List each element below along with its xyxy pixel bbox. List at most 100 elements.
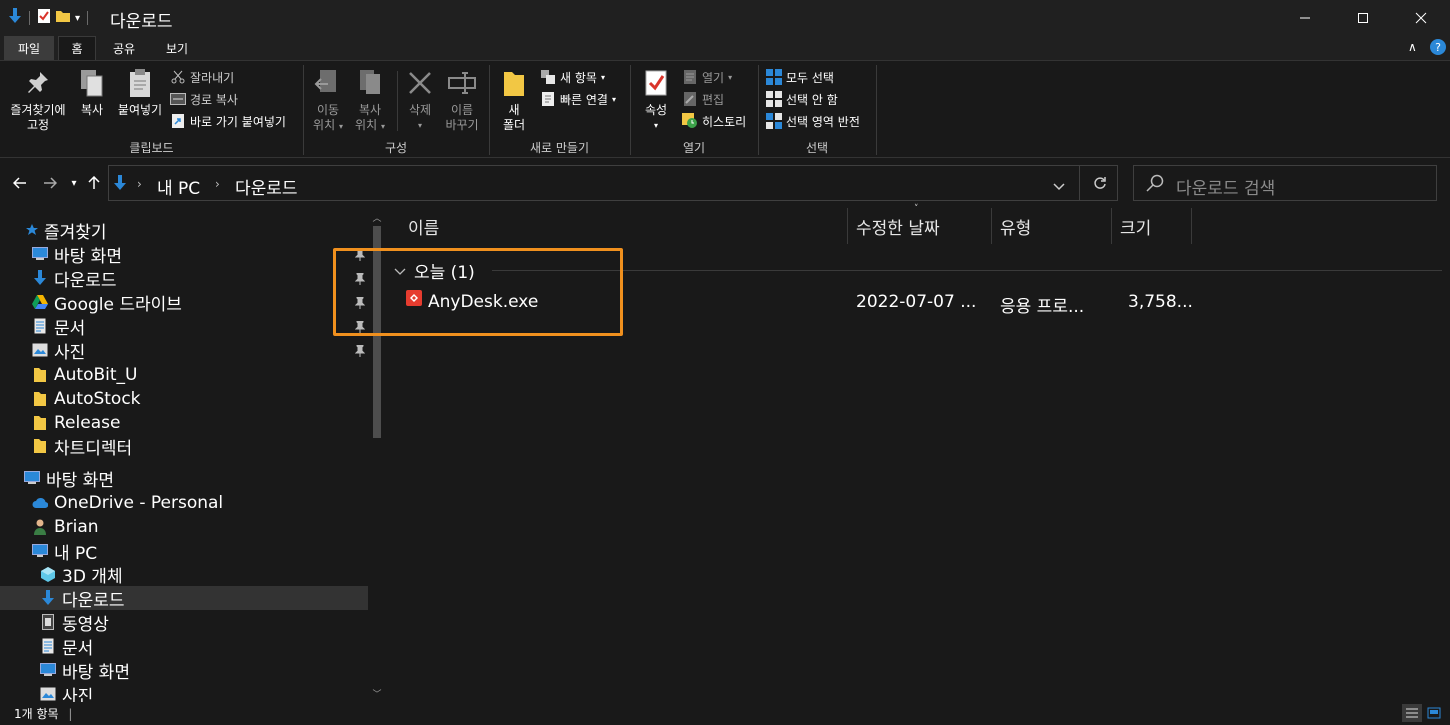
column-header-date[interactable]: 수정한 날짜 ˅ bbox=[848, 204, 992, 244]
invert-selection-button[interactable]: 선택 영역 반전 bbox=[766, 111, 860, 131]
cut-button[interactable]: 잘라내기 bbox=[170, 67, 234, 87]
select-none-button[interactable]: 선택 안 함 bbox=[766, 89, 838, 109]
nav-pc-videos[interactable]: 동영상 bbox=[40, 610, 109, 635]
nav-user[interactable]: Brian bbox=[32, 515, 99, 539]
nav-desktop-label: 바탕 화면 bbox=[46, 470, 114, 491]
video-icon bbox=[40, 614, 56, 630]
new-folder-button[interactable]: 새 폴더 bbox=[496, 67, 532, 133]
breadcrumb-separator[interactable]: › bbox=[137, 177, 142, 191]
pin-icon[interactable] bbox=[354, 344, 366, 358]
copy-path-button[interactable]: 경로 복사 bbox=[170, 89, 238, 109]
collapse-ribbon-icon[interactable]: ∧ bbox=[1408, 40, 1417, 54]
large-icons-view-button[interactable] bbox=[1424, 704, 1444, 722]
nav-pc-item-label: 사진 bbox=[62, 686, 94, 703]
nav-pc-pictures[interactable]: 사진 bbox=[40, 682, 93, 702]
nav-item-autostock[interactable]: AutoStock bbox=[32, 387, 141, 411]
properties-dropdown-icon[interactable]: ▾ bbox=[654, 118, 658, 133]
maximize-button[interactable] bbox=[1334, 0, 1392, 36]
nav-pc-desktop[interactable]: 바탕 화면 bbox=[40, 658, 130, 683]
nav-pc-documents[interactable]: 문서 bbox=[40, 634, 94, 659]
nav-this-pc[interactable]: 내 PC bbox=[32, 539, 97, 564]
paste-shortcut-icon bbox=[170, 113, 186, 129]
recent-locations-icon[interactable]: ▾ bbox=[64, 172, 84, 194]
address-dropdown-icon[interactable] bbox=[1053, 176, 1065, 195]
copy-button[interactable]: 복사 bbox=[74, 67, 110, 118]
help-icon[interactable]: ? bbox=[1430, 39, 1446, 55]
easy-access-button[interactable]: 빠른 연결 ▾ bbox=[540, 89, 616, 109]
open-button[interactable]: 열기 ▾ bbox=[682, 67, 732, 87]
file-date: 2022-07-07 ... bbox=[856, 292, 977, 312]
search-box[interactable]: 다운로드 검색 bbox=[1133, 165, 1437, 201]
delete-dropdown-icon[interactable]: ▾ bbox=[418, 118, 422, 133]
details-view-button[interactable] bbox=[1402, 704, 1422, 722]
address-bar[interactable]: › 내 PC › 다운로드 bbox=[108, 165, 1118, 201]
customize-toolbar-icon[interactable]: ▾ bbox=[75, 13, 80, 24]
refresh-icon[interactable] bbox=[1093, 175, 1107, 194]
nav-onedrive[interactable]: OneDrive - Personal bbox=[32, 491, 223, 515]
nav-item-autobit[interactable]: AutoBit_U bbox=[32, 363, 137, 387]
move-to-button[interactable]: 이동 위치 ▾ bbox=[310, 67, 346, 134]
history-icon bbox=[682, 113, 698, 129]
copy-to-button[interactable]: 복사 위치 ▾ bbox=[350, 67, 390, 134]
nav-3d-objects[interactable]: 3D 개체 bbox=[40, 562, 123, 587]
paste-button[interactable]: 붙여넣기 bbox=[114, 67, 166, 118]
select-all-button[interactable]: 모두 선택 bbox=[766, 67, 834, 87]
paste-shortcut-button[interactable]: 바로 가기 붙여넣기 bbox=[170, 111, 286, 131]
column-header-name[interactable]: 이름 bbox=[400, 208, 848, 244]
forward-button[interactable] bbox=[40, 172, 60, 194]
copy-to-label: 복사 bbox=[358, 103, 382, 117]
paste-shortcut-label: 바로 가기 붙여넣기 bbox=[190, 114, 286, 129]
rename-button[interactable]: 이름 바꾸기 bbox=[442, 67, 482, 133]
organize-group-label: 구성 bbox=[384, 141, 408, 155]
rename-icon bbox=[446, 67, 478, 99]
window-title: 다운로드 bbox=[110, 12, 173, 32]
new-folder-quick-icon[interactable] bbox=[55, 8, 71, 28]
nav-pc-downloads[interactable]: 다운로드 bbox=[40, 586, 125, 611]
nav-item-desktop[interactable]: 바탕 화면 bbox=[32, 242, 122, 267]
open-dropdown-icon: ▾ bbox=[728, 72, 733, 82]
toolbar-separator bbox=[87, 11, 89, 25]
breadcrumb-separator[interactable]: › bbox=[215, 177, 220, 191]
back-button[interactable] bbox=[10, 172, 30, 194]
google-drive-icon bbox=[32, 294, 48, 310]
scroll-down-icon[interactable]: ﹀ bbox=[370, 686, 384, 700]
edit-button[interactable]: 편집 bbox=[682, 89, 724, 109]
minimize-button[interactable] bbox=[1276, 0, 1334, 36]
nav-quick-access[interactable]: 즐겨찾기 bbox=[26, 218, 107, 243]
breadcrumb-downloads[interactable]: 다운로드 bbox=[235, 174, 298, 199]
nav-item-pictures[interactable]: 사진 bbox=[32, 338, 85, 363]
properties-button[interactable]: 속성 ▾ bbox=[638, 67, 674, 133]
address-divider bbox=[1079, 166, 1080, 200]
tab-share[interactable]: 공유 bbox=[104, 36, 144, 60]
tab-file[interactable]: 파일 bbox=[4, 36, 54, 60]
scroll-up-icon[interactable]: ︿ bbox=[370, 210, 384, 224]
column-header-size[interactable]: 크기 bbox=[1112, 208, 1192, 244]
up-button[interactable] bbox=[84, 172, 104, 194]
properties-quick-icon[interactable] bbox=[37, 8, 51, 28]
breadcrumb-this-pc[interactable]: 내 PC bbox=[157, 174, 200, 199]
history-button[interactable]: 히스토리 bbox=[682, 111, 746, 131]
tab-home[interactable]: 홈 bbox=[58, 36, 96, 60]
properties-label: 속성 bbox=[644, 103, 668, 117]
desktop-icon bbox=[32, 246, 48, 262]
nav-item-documents[interactable]: 문서 bbox=[32, 314, 85, 339]
nav-item-label: 다운로드 bbox=[54, 270, 117, 291]
picture-icon bbox=[40, 686, 56, 702]
nav-item-downloads[interactable]: 다운로드 bbox=[32, 266, 117, 291]
new-item-button[interactable]: 새 항목 ▾ bbox=[540, 67, 605, 87]
cut-label: 잘라내기 bbox=[190, 70, 235, 85]
annotation-highlight-box bbox=[333, 248, 623, 336]
delete-button[interactable]: 삭제 ▾ bbox=[402, 67, 438, 133]
pin-to-quick-access-button[interactable]: 즐겨찾기에 고정 bbox=[6, 67, 70, 133]
nav-item-google-drive[interactable]: Google 드라이브 bbox=[32, 290, 182, 315]
nav-item-release[interactable]: Release bbox=[32, 411, 120, 435]
title-bar: ▾ 다운로드 bbox=[0, 0, 1450, 36]
column-header-type[interactable]: 유형 bbox=[992, 208, 1112, 244]
copy-label: 복사 bbox=[80, 103, 104, 117]
nav-pc-item-label: 문서 bbox=[62, 638, 94, 659]
nav-item-chartdirector[interactable]: 차트디렉터 bbox=[32, 434, 132, 459]
nav-desktop-root[interactable]: 바탕 화면 bbox=[24, 466, 114, 491]
close-button[interactable] bbox=[1392, 0, 1450, 36]
user-icon bbox=[32, 519, 48, 535]
tab-view[interactable]: 보기 bbox=[156, 36, 198, 60]
